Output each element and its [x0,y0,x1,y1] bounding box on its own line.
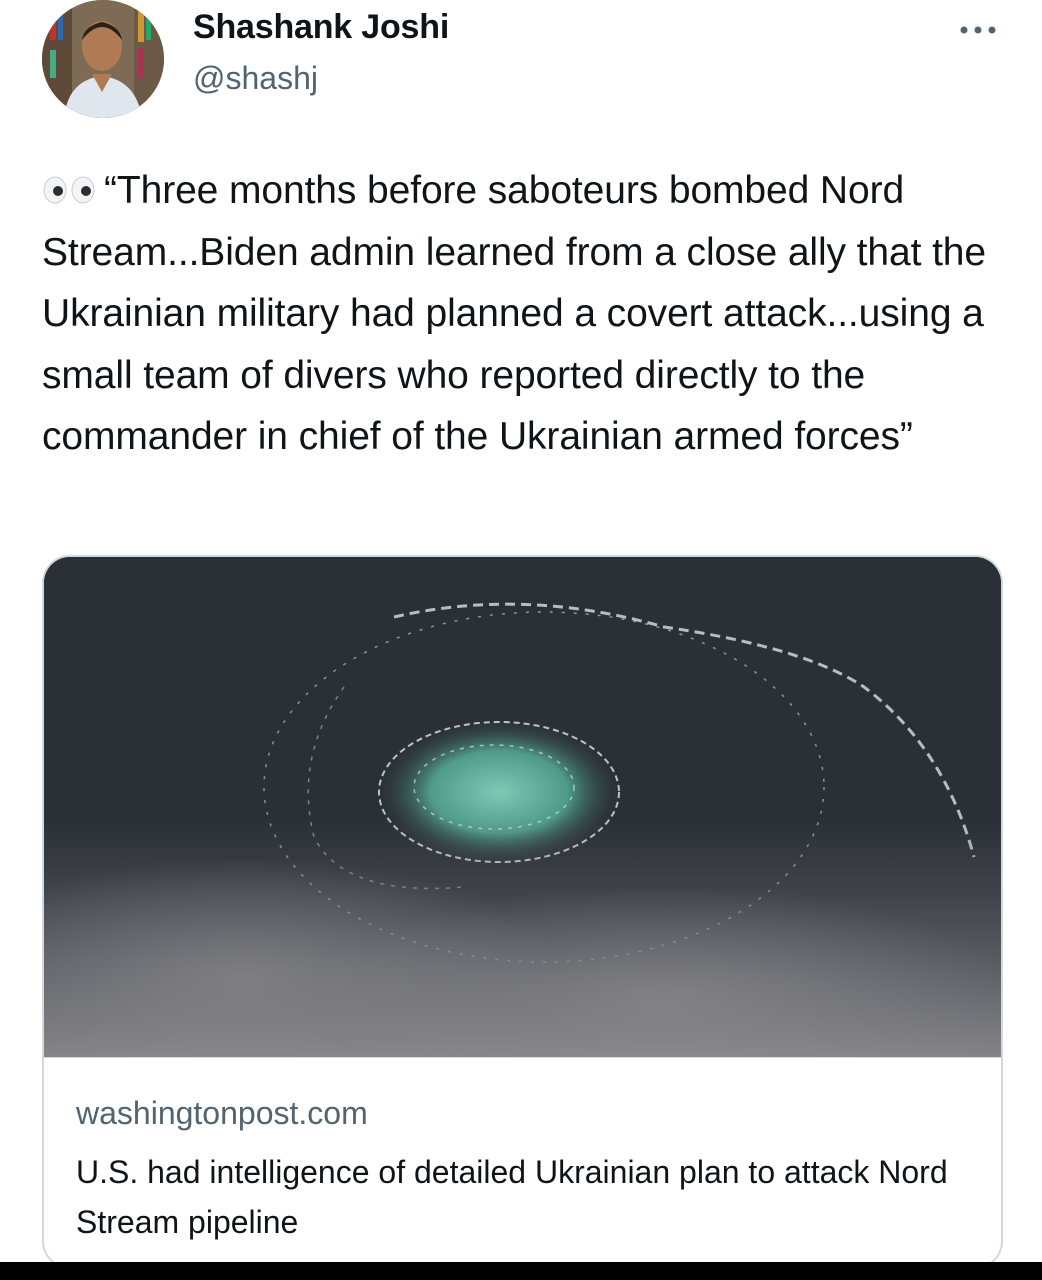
author-name[interactable]: Shashank Joshi [193,8,449,47]
tweet-text-content: “Three months before saboteurs bombed No… [42,169,986,458]
author-handle[interactable]: @shashj [193,60,318,97]
card-title: U.S. had intelligence of detailed Ukrain… [76,1154,948,1240]
avatar-photo-icon [42,0,164,118]
bottom-edge-bar [0,1262,1042,1280]
author-avatar[interactable] [42,0,164,118]
sea-gas-leak-photo-icon [44,557,1001,1057]
tweet: Shashank Joshi @shashj “Three months bef… [0,0,1042,1280]
link-card[interactable]: washingtonpost.com U.S. had intelligence… [42,555,1003,1269]
card-image[interactable] [44,557,1001,1058]
tweet-text: “Three months before saboteurs bombed No… [42,160,1002,468]
ellipsis-icon[interactable] [956,18,1000,42]
card-domain: washingtonpost.com [76,1095,368,1131]
eyes-emoji-icon [42,162,98,204]
